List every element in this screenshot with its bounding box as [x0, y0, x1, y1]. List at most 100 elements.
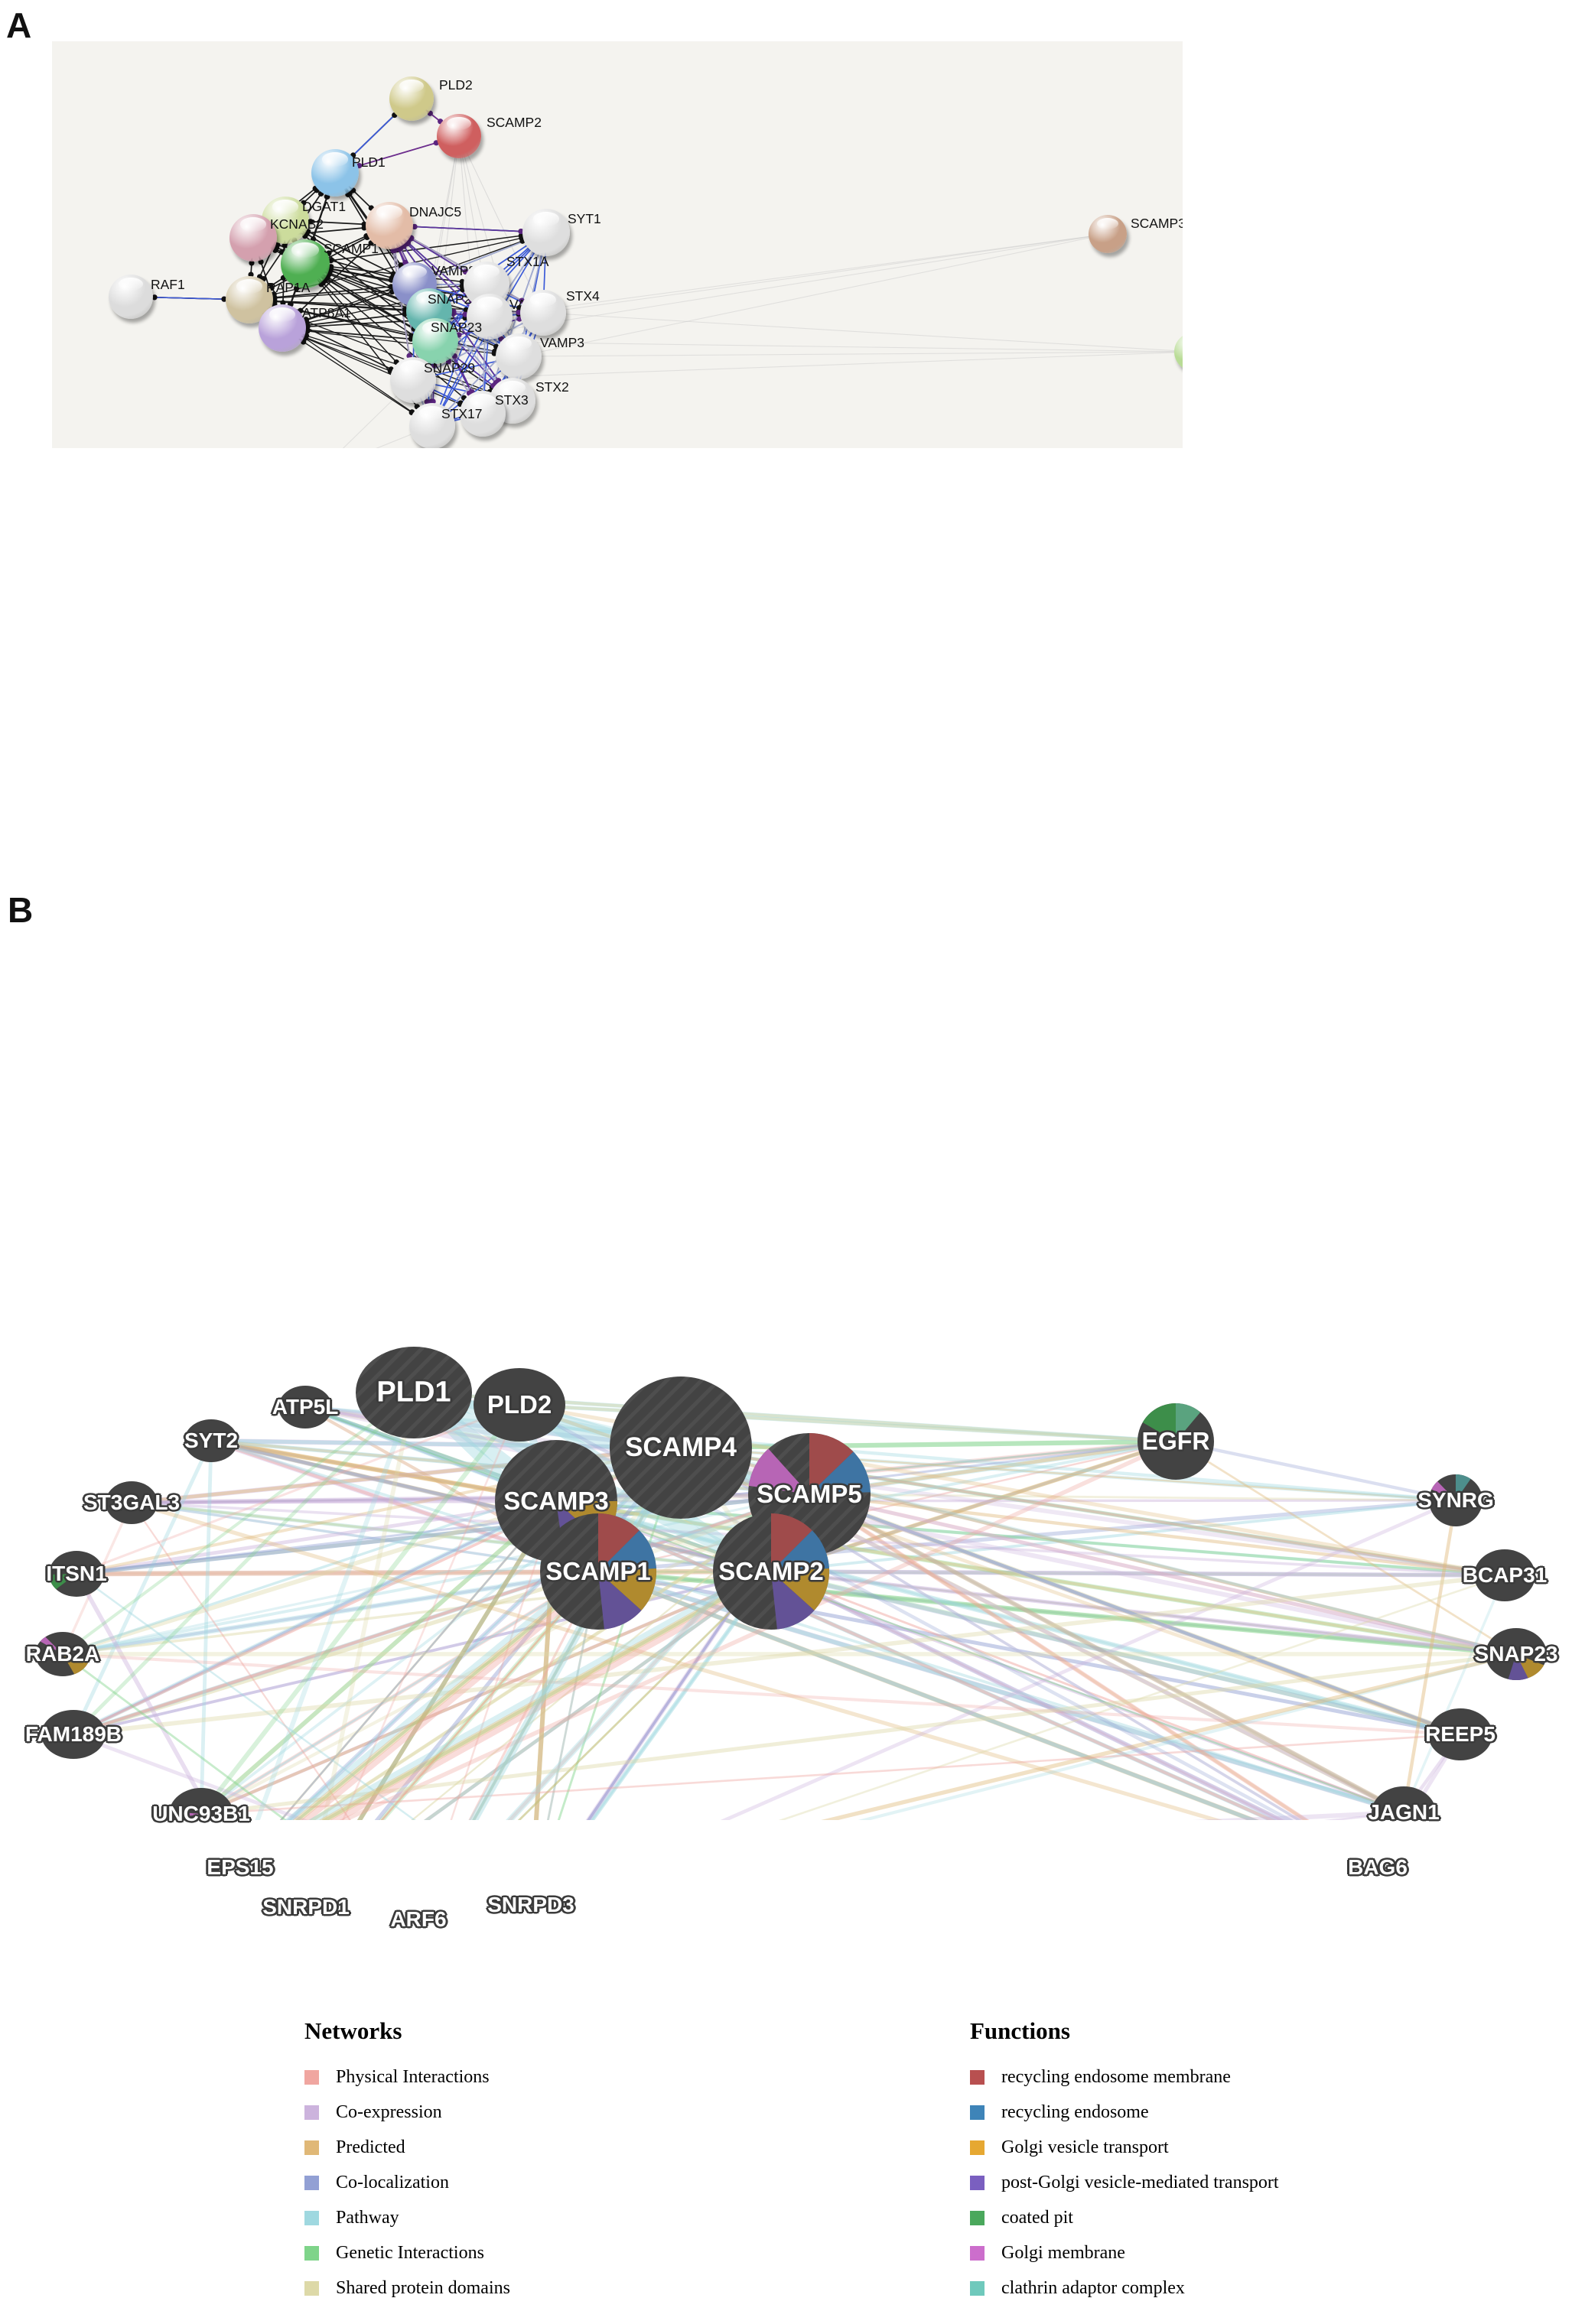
legend-item-label: Golgi vesicle transport	[1001, 2137, 1169, 2157]
panel-a-node-label-scamp3: SCAMP3	[1131, 216, 1183, 231]
panel-b-node-scamp4[interactable]	[610, 1377, 752, 1519]
legend-item: Predicted	[304, 2130, 510, 2165]
panel-a-node-label-stx2: STX2	[535, 379, 569, 395]
node-gloss	[291, 242, 319, 258]
node-gloss	[239, 217, 267, 232]
panel-a-edge-layer	[130, 98, 1183, 448]
legend-color-swatch	[304, 2280, 319, 2296]
panel-a-node-label-kcnab2: KCNAB2	[270, 216, 324, 232]
panel-b-node-pld2[interactable]	[474, 1368, 565, 1442]
legend-item-label: coated pit	[1001, 2208, 1073, 2228]
panel-a-node-scamp3[interactable]	[1089, 215, 1127, 253]
panel-b-node-syt2[interactable]	[184, 1419, 238, 1462]
legend-item: coated pit	[970, 2200, 1279, 2235]
panel-a-node-stx4[interactable]	[520, 290, 566, 336]
panel-b-node-fam189b[interactable]	[41, 1710, 106, 1759]
functions-legend-rows: recycling endosome membrane recycling end…	[970, 2059, 1279, 2306]
panel-a-node-label-stx3: STX3	[495, 392, 529, 408]
legend-color-swatch	[304, 2210, 319, 2225]
legend-item-label: post-Golgi vesicle-mediated transport	[1001, 2173, 1279, 2192]
panel-b-node-label-bag6: BAG6	[1348, 1855, 1408, 1879]
legend-item: Golgi membrane	[970, 2235, 1279, 2270]
legend-item: Physical Interactions	[304, 2059, 510, 2095]
legend-item: recycling endosome membrane	[970, 2059, 1279, 2095]
panel-a-node-label-stx4: STX4	[566, 288, 600, 304]
legend-color-swatch	[970, 2105, 985, 2120]
networks-legend-title: Networks	[304, 2017, 402, 2044]
panel-a-node-label-pld1: PLD1	[352, 154, 386, 170]
node-gloss	[1097, 217, 1118, 229]
panel-b-graph-layer	[35, 1347, 1547, 1820]
node-gloss	[446, 117, 472, 131]
legend-item-label: Golgi membrane	[1001, 2243, 1125, 2263]
legend-item-label: Co-expression	[336, 2102, 442, 2122]
legend-color-swatch	[304, 2105, 319, 2120]
legend-item-label: Shared protein domains	[336, 2278, 510, 2298]
panel-a-node-label-dnajc5: DNAJC5	[409, 204, 462, 219]
panel-a-node-vamp3[interactable]	[496, 333, 542, 379]
legend-color-swatch	[304, 2245, 319, 2261]
legend-color-swatch	[970, 2069, 985, 2085]
panel-a-node-atp8a1[interactable]	[259, 304, 306, 352]
node-gloss	[321, 152, 349, 167]
legend-color-swatch	[304, 2140, 319, 2155]
node-gloss	[530, 293, 556, 307]
node-gloss	[506, 336, 532, 351]
node-gloss	[118, 278, 144, 291]
legend-color-swatch	[970, 2280, 985, 2296]
node-gloss	[400, 360, 426, 375]
panel-a-node-label-scamp1: SCAMP1	[324, 241, 379, 256]
legend-item: Shared protein domains	[304, 2270, 510, 2306]
node-gloss	[236, 279, 263, 294]
panel-a-node-label-raf1: RAF1	[151, 277, 185, 292]
panel-b-node-atp5l[interactable]	[278, 1386, 332, 1429]
panel-a-node-label-stx17: STX17	[441, 406, 483, 421]
panel-b-node-st3gal3[interactable]	[106, 1481, 158, 1524]
legend-item: clathrin adaptor complex	[970, 2270, 1279, 2306]
panel-a-node-label-stx1a: STX1A	[506, 254, 549, 269]
legend-item-label: Predicted	[336, 2137, 405, 2157]
legend-color-swatch	[970, 2245, 985, 2261]
node-gloss	[402, 265, 428, 279]
legend-item: recycling endosome	[970, 2095, 1279, 2130]
node-gloss	[399, 80, 425, 93]
panel-a-node-label-snap23: SNAP23	[431, 320, 483, 335]
panel-b-node-label-snrpd3: SNRPD3	[487, 1893, 574, 1916]
legend-item-label: clathrin adaptor complex	[1001, 2278, 1185, 2298]
legend-item-label: Pathway	[336, 2208, 399, 2228]
panel-a-node-label-atp8a1: ATP8A1	[302, 305, 351, 320]
legend-item: Co-localization	[304, 2165, 510, 2200]
panel-a-node-label-dgat1: DGAT1	[302, 199, 347, 214]
panel-a-node-raf1[interactable]	[109, 275, 153, 319]
node-gloss	[269, 307, 296, 322]
panel-b-node-label-snrpd1: SNRPD1	[262, 1895, 350, 1919]
panel-a-string-network: PLD2 SCAMP2 PLD1 DGAT1 KCNAB2 DNAJC5 SYT1 SCAMP…	[52, 41, 1183, 448]
legend-item-label: Genetic Interactions	[336, 2243, 484, 2263]
node-gloss	[532, 212, 560, 226]
legend-item: Pathway	[304, 2200, 510, 2235]
panel-a-node-scamp2[interactable]	[437, 114, 481, 158]
legend-color-swatch	[304, 2175, 319, 2190]
panel-b-node-pld1[interactable]	[356, 1347, 472, 1438]
legend-item: Co-expression	[304, 2095, 510, 2130]
legend-item: Golgi vesicle transport	[970, 2130, 1279, 2165]
node-gloss	[376, 205, 403, 219]
legend-item-label: recycling endosome membrane	[1001, 2067, 1231, 2087]
legend-color-swatch	[970, 2140, 985, 2155]
panel-b-genemania-network: PLD1 PLD2 ATP5L SYT2 EGFR ST3GAL3 SYNRG ITSN1 BC…	[0, 902, 1572, 1931]
panel-a-node-label-syt1: SYT1	[568, 211, 601, 226]
panel-a-node-label-rap1a: RAP1A	[266, 280, 311, 295]
functions-legend-title: Functions	[970, 2017, 1070, 2044]
node-gloss	[272, 200, 299, 214]
panel-b-node-bcap31[interactable]	[1474, 1549, 1535, 1601]
legend-item-label: Physical Interactions	[336, 2067, 490, 2087]
legend-item: post-Golgi vesicle-mediated transport	[970, 2165, 1279, 2200]
panel-b-node-label-eps15: EPS15	[207, 1855, 274, 1879]
panel-b-node-reep5[interactable]	[1428, 1708, 1492, 1760]
panel-a-node-label-vamp3: VAMP3	[540, 335, 585, 350]
panel-a-node-pld2[interactable]	[389, 76, 434, 121]
functions-legend: Functions recycling endosome membrane rec…	[970, 2017, 1279, 2306]
panel-a-node-label-pld2: PLD2	[439, 77, 473, 93]
legend-color-swatch	[970, 2175, 985, 2190]
panel-a-node-syt1[interactable]	[522, 209, 570, 256]
